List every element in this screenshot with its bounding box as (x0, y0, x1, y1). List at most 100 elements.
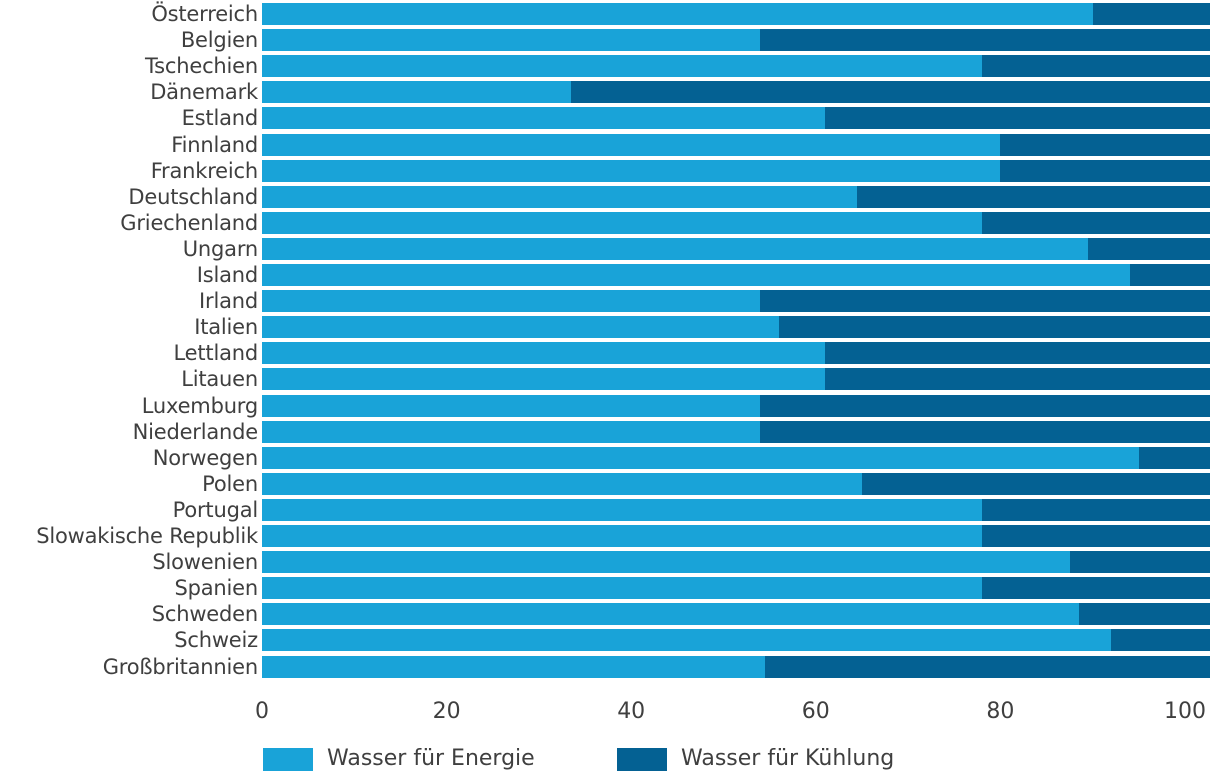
bar-segment-energy[interactable] (262, 81, 572, 104)
category-label: Italien (194, 315, 258, 340)
bar-segment-cooling[interactable] (760, 29, 1210, 52)
category-label: Niederlande (132, 419, 259, 444)
bar-row: Spanien (0, 575, 1210, 601)
bar-segment-energy[interactable] (262, 420, 761, 443)
category-label: Schweden (151, 602, 258, 627)
category-label: Deutschland (128, 184, 258, 209)
bar-segment-cooling[interactable] (1111, 629, 1210, 652)
bar-track (262, 107, 1210, 130)
bar-segment-cooling[interactable] (1092, 3, 1210, 25)
bar-track (262, 551, 1210, 574)
bar-segment-cooling[interactable] (981, 577, 1210, 600)
bar-segment-energy[interactable] (262, 498, 982, 521)
bar-segment-energy[interactable] (262, 107, 826, 130)
bar-segment-cooling[interactable] (981, 525, 1210, 547)
stacked-bar-chart: Österreich Belgien Tschechien Dänemark Estla… (0, 0, 1210, 781)
bar-track (262, 472, 1210, 495)
bar-segment-energy[interactable] (262, 577, 982, 600)
category-label: Portugal (172, 497, 259, 522)
bar-segment-cooling[interactable] (1138, 446, 1210, 469)
bar-row: Norwegen (0, 445, 1210, 471)
bar-segment-energy[interactable] (262, 3, 1093, 25)
bar-row: Tschechien (0, 53, 1210, 79)
bar-segment-cooling[interactable] (1129, 264, 1210, 286)
bar-segment-cooling[interactable] (571, 81, 1210, 104)
category-label: Tschechien (145, 54, 258, 79)
bar-segment-energy[interactable] (262, 185, 858, 208)
bar-segment-cooling[interactable] (825, 342, 1210, 365)
category-label: Norwegen (152, 445, 258, 470)
bar-segment-energy[interactable] (262, 316, 779, 339)
bar-segment-cooling[interactable] (825, 107, 1210, 130)
chart-legend: Wasser für Energie Wasser für Kühlung (0, 742, 1210, 781)
x-tick-label: 60 (801, 699, 830, 724)
bar-segment-cooling[interactable] (825, 368, 1210, 391)
bar-segment-cooling[interactable] (760, 290, 1210, 313)
legend-item-energy[interactable]: Wasser für Energie (263, 742, 535, 776)
bar-row: Slowenien (0, 549, 1210, 575)
bar-row: Luxemburg (0, 393, 1210, 419)
x-axis: 0 20 40 60 80 100 (0, 697, 1210, 737)
bar-segment-energy[interactable] (262, 655, 766, 678)
bar-segment-cooling[interactable] (857, 185, 1210, 208)
category-label: Lettland (173, 341, 259, 366)
bar-row: Dänemark (0, 79, 1210, 105)
bar-track (262, 525, 1210, 547)
bar-segment-energy[interactable] (262, 159, 1001, 182)
bar-segment-energy[interactable] (262, 290, 761, 313)
plot-area: Österreich Belgien Tschechien Dänemark Estla… (0, 0, 1210, 697)
bar-segment-cooling[interactable] (1069, 551, 1210, 574)
bar-segment-energy[interactable] (262, 264, 1130, 286)
bar-segment-cooling[interactable] (760, 420, 1210, 443)
bar-row: Island (0, 262, 1210, 288)
category-label: Litauen (181, 367, 258, 392)
bar-segment-energy[interactable] (262, 629, 1112, 652)
bar-segment-energy[interactable] (262, 603, 1079, 626)
bar-segment-energy[interactable] (262, 394, 761, 417)
bar-row: Deutschland (0, 184, 1210, 210)
bar-track (262, 446, 1210, 469)
category-label: Großbritannien (102, 654, 259, 679)
bar-segment-energy[interactable] (262, 525, 982, 547)
bar-segment-energy[interactable] (262, 133, 1001, 156)
bar-segment-cooling[interactable] (778, 316, 1210, 339)
bar-row: Niederlande (0, 419, 1210, 445)
category-label: Slowakische Republik (36, 524, 258, 549)
bar-segment-energy[interactable] (262, 472, 862, 495)
bar-segment-energy[interactable] (262, 342, 826, 365)
bar-track (262, 290, 1210, 313)
bar-segment-cooling[interactable] (1078, 603, 1210, 626)
bar-segment-cooling[interactable] (861, 472, 1210, 495)
bar-segment-energy[interactable] (262, 29, 761, 52)
bar-track (262, 264, 1210, 286)
bar-segment-cooling[interactable] (981, 55, 1210, 78)
legend-swatch-cooling (617, 747, 667, 771)
bar-segment-energy[interactable] (262, 551, 1070, 574)
bar-segment-energy[interactable] (262, 237, 1089, 260)
bar-track (262, 55, 1210, 78)
bar-row: Österreich (0, 1, 1210, 27)
bar-segment-energy[interactable] (262, 55, 982, 78)
bar-row: Lettland (0, 340, 1210, 366)
bar-segment-cooling[interactable] (981, 211, 1210, 234)
category-label: Ungarn (182, 236, 258, 261)
bar-segment-energy[interactable] (262, 368, 826, 391)
x-tick-label: 20 (432, 699, 461, 724)
bar-segment-cooling[interactable] (1000, 133, 1210, 156)
bar-segment-cooling[interactable] (1000, 159, 1210, 182)
category-label: Belgien (180, 28, 258, 53)
category-label: Spanien (174, 576, 258, 601)
bar-segment-cooling[interactable] (981, 498, 1210, 521)
bar-segment-energy[interactable] (262, 211, 982, 234)
bar-row: Frankreich (0, 158, 1210, 184)
legend-item-cooling[interactable]: Wasser für Kühlung (617, 742, 894, 776)
bar-segment-cooling[interactable] (1088, 237, 1210, 260)
bar-segment-energy[interactable] (262, 446, 1139, 469)
bar-track (262, 577, 1210, 600)
bar-track (262, 237, 1210, 260)
category-label: Schweiz (174, 628, 258, 653)
bar-segment-cooling[interactable] (760, 394, 1210, 417)
bar-track (262, 629, 1210, 652)
bar-row: Slowakische Republik (0, 523, 1210, 549)
bar-segment-cooling[interactable] (765, 655, 1210, 678)
